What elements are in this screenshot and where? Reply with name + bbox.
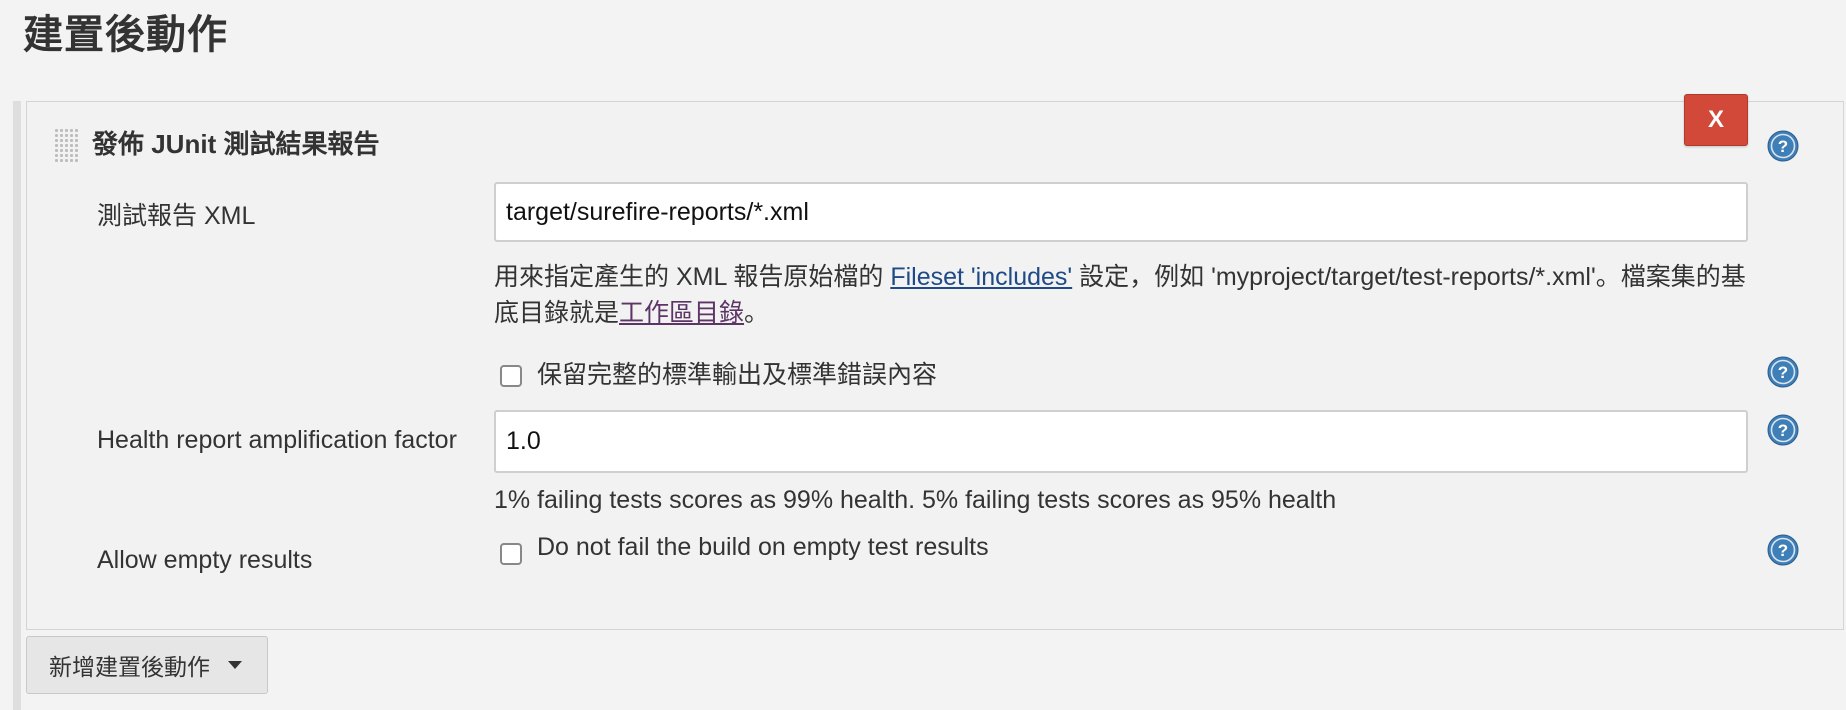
help-icon[interactable]: ? — [1767, 534, 1799, 566]
health-factor-label: Health report amplification factor — [97, 426, 457, 454]
desc-text-start: 用來指定產生的 XML 報告原始檔的 — [494, 263, 891, 291]
keep-output-checkbox[interactable] — [500, 365, 522, 387]
help-icon[interactable]: ? — [1767, 414, 1799, 446]
section-left-bar — [13, 101, 21, 710]
help-icon[interactable]: ? — [1767, 130, 1799, 162]
fileset-includes-link[interactable]: Fileset 'includes' — [890, 263, 1072, 291]
svg-text:?: ? — [1778, 421, 1788, 440]
caret-down-icon — [228, 661, 242, 669]
test-report-description: 用來指定產生的 XML 報告原始檔的 Fileset 'includes' 設定… — [494, 259, 1754, 331]
test-report-xml-input[interactable] — [494, 182, 1748, 242]
desc-text-end: 。 — [744, 299, 770, 327]
allow-empty-checkbox-label: Do not fail the build on empty test resu… — [537, 533, 989, 561]
section-title: 發佈 JUnit 測試結果報告 — [92, 129, 380, 159]
page-title: 建置後動作 — [23, 13, 228, 57]
add-post-build-action-label: 新增建置後動作 — [49, 654, 210, 680]
health-factor-hint: 1% failing tests scores as 99% health. 5… — [494, 486, 1337, 514]
svg-text:?: ? — [1778, 137, 1788, 156]
svg-text:?: ? — [1778, 363, 1788, 382]
add-post-build-action-button[interactable]: 新增建置後動作 — [26, 636, 268, 694]
test-report-label: 測試報告 XML — [97, 202, 256, 230]
delete-step-button[interactable]: X — [1684, 94, 1748, 146]
allow-empty-label: Allow empty results — [97, 546, 313, 574]
drag-handle-icon[interactable] — [54, 128, 78, 163]
health-factor-input[interactable] — [494, 410, 1748, 473]
workspace-directory-link[interactable]: 工作區目錄 — [619, 299, 744, 327]
keep-output-label: 保留完整的標準輸出及標準錯誤內容 — [537, 361, 938, 389]
help-icon[interactable]: ? — [1767, 356, 1799, 388]
svg-text:?: ? — [1778, 541, 1788, 560]
allow-empty-checkbox[interactable] — [500, 543, 522, 565]
